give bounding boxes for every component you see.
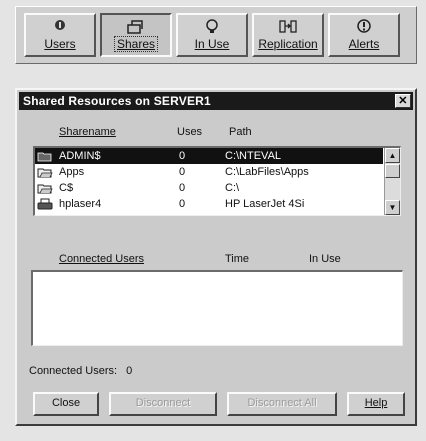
share-row-apps[interactable]: Apps 0 C:\LabFiles\Apps (35, 164, 383, 180)
connected-users-label: Connected Users: (29, 365, 118, 377)
help-button[interactable]: Help (347, 392, 405, 416)
users-button-label: Users (44, 37, 76, 51)
shared-resources-dialog: Shared Resources on SERVER1 ✕ Sharename … (15, 88, 417, 426)
alerts-button-label: Alerts (348, 37, 380, 51)
replication-button[interactable]: Replication (252, 13, 324, 57)
connected-users-status: Connected Users: 0 (29, 365, 132, 377)
connected-users-count: 0 (126, 365, 133, 377)
users-icon (55, 20, 65, 30)
dialog-title: Shared Resources on SERVER1 (23, 94, 211, 108)
uses-column-header[interactable]: Uses (177, 126, 202, 138)
shared-folder-icon (37, 152, 52, 162)
replication-icon (279, 20, 297, 33)
close-button-label: Close (51, 397, 81, 409)
help-button-label: Help (364, 397, 388, 409)
shares-list[interactable]: ADMIN$ 0 C:\NTEVAL Apps 0 C:\LabFiles\Ap… (33, 146, 401, 216)
share-name: hplaser4 (59, 198, 102, 210)
share-name: C$ (59, 182, 74, 194)
sharename-column-header[interactable]: Sharename (59, 126, 116, 138)
share-name: Apps (59, 166, 85, 178)
scroll-down-icon[interactable]: ▼ (385, 200, 400, 215)
scroll-thumb[interactable] (385, 164, 400, 178)
connected-users-column-header[interactable]: Connected Users (59, 253, 144, 265)
share-row-admin[interactable]: ADMIN$ 0 C:\NTEVAL (35, 148, 383, 164)
share-path: C:\ (225, 182, 240, 194)
disconnect-button[interactable]: Disconnect (109, 392, 217, 416)
disconnect-all-button[interactable]: Disconnect All (227, 392, 337, 416)
shares-icon (127, 20, 143, 34)
shares-button[interactable]: Shares (100, 13, 172, 57)
in-use-icon (206, 19, 218, 33)
dialog-titlebar: Shared Resources on SERVER1 ✕ (19, 92, 413, 110)
in-use-button-label: In Use (194, 37, 230, 51)
replication-button-label: Replication (258, 37, 318, 51)
printer-icon (37, 198, 53, 210)
share-row-hplaser4[interactable]: hplaser4 0 HP LaserJet 4Si (35, 196, 383, 212)
share-row-c[interactable]: C$ 0 C:\ (35, 180, 383, 196)
shares-button-label: Shares (113, 36, 159, 52)
share-path: C:\LabFiles\Apps (225, 166, 309, 178)
share-uses: 0 (179, 182, 186, 194)
shared-folder-icon (37, 184, 53, 194)
alerts-icon (357, 19, 371, 33)
share-uses: 0 (179, 150, 186, 162)
share-path: HP LaserJet 4Si (225, 198, 305, 210)
disconnect-button-label: Disconnect (135, 397, 191, 409)
disconnect-all-button-label: Disconnect All (247, 397, 317, 409)
shares-scrollbar[interactable]: ▲ ▼ (384, 148, 400, 215)
toolbar: Users Shares In Use Replication Alerts (15, 6, 417, 64)
close-button[interactable]: Close (33, 392, 99, 416)
shared-folder-icon (37, 168, 53, 178)
path-column-header[interactable]: Path (229, 126, 252, 138)
share-uses: 0 (179, 166, 186, 178)
connected-users-list[interactable] (31, 270, 403, 346)
in-use-button[interactable]: In Use (176, 13, 248, 57)
alerts-button[interactable]: Alerts (328, 13, 400, 57)
share-uses: 0 (179, 198, 186, 210)
share-name: ADMIN$ (59, 150, 101, 162)
users-button[interactable]: Users (24, 13, 96, 57)
time-column-header[interactable]: Time (225, 253, 249, 265)
close-icon[interactable]: ✕ (395, 94, 411, 108)
share-path: C:\NTEVAL (225, 150, 282, 162)
in-use-column-header[interactable]: In Use (309, 253, 341, 265)
scroll-up-icon[interactable]: ▲ (385, 148, 400, 163)
